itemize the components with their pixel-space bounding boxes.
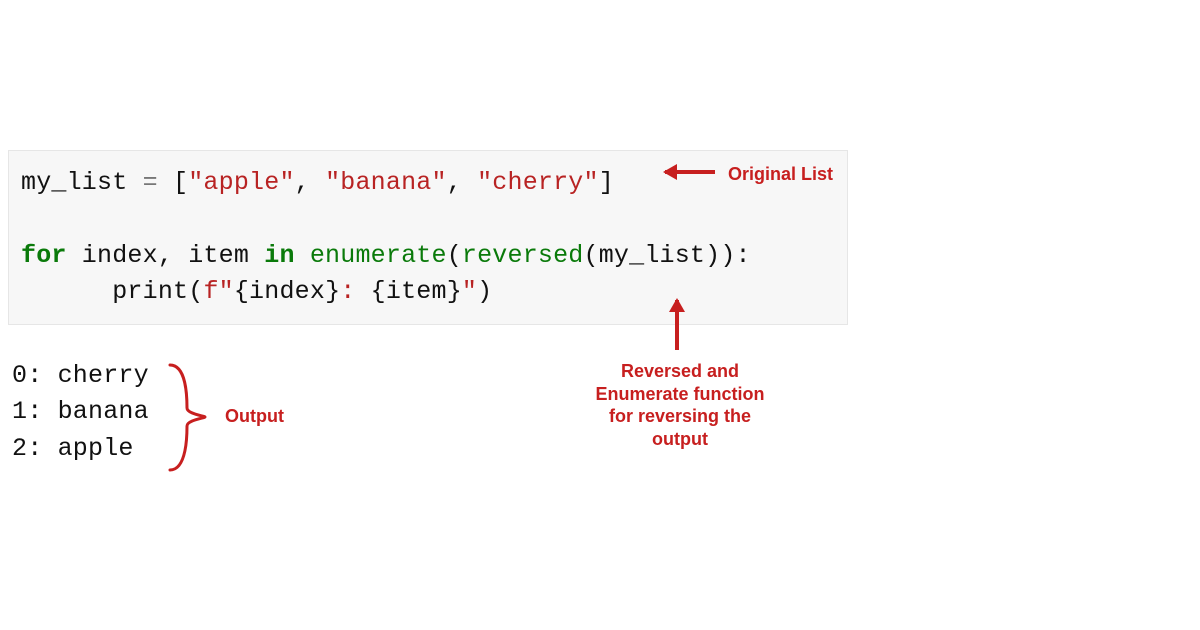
- fn-reversed: reversed: [462, 241, 584, 270]
- brace-open-1: {: [234, 277, 249, 306]
- var-index: index: [67, 241, 158, 270]
- space: [295, 241, 310, 270]
- brace-close-2: }: [447, 277, 462, 306]
- fn-print: print: [112, 277, 188, 306]
- paren-close-1: ): [720, 241, 735, 270]
- output-line-3: 2: apple: [12, 434, 134, 463]
- fstr-open: f": [203, 277, 233, 306]
- arrow-left-icon: [665, 170, 715, 174]
- fstr-mid: :: [340, 277, 370, 306]
- comma-2: ,: [447, 168, 477, 197]
- comma-1: ,: [295, 168, 325, 197]
- fstr-item: item: [386, 277, 447, 306]
- output-line-2: 1: banana: [12, 397, 149, 426]
- paren-close-2: ): [705, 241, 720, 270]
- var-my_list: my_list: [21, 168, 127, 197]
- annotation-reversed: Reversed and Enumerate function for reve…: [590, 360, 770, 450]
- assign-op: =: [127, 168, 173, 197]
- print-close: ): [477, 277, 492, 306]
- str-cherry: "cherry": [477, 168, 599, 197]
- brace-icon: [165, 360, 215, 475]
- code-line-4: print(f"{index}: {item}"): [21, 277, 492, 306]
- arg-my_list: my_list: [599, 241, 705, 270]
- var-item: item: [188, 241, 264, 270]
- output-block: 0: cherry 1: banana 2: apple: [12, 358, 149, 467]
- kw-in: in: [264, 241, 294, 270]
- str-apple: "apple": [188, 168, 294, 197]
- code-block: my_list = ["apple", "banana", "cherry"] …: [8, 150, 848, 325]
- annotation-output: Output: [225, 405, 284, 428]
- kw-for: for: [21, 241, 67, 270]
- indent: [21, 277, 112, 306]
- fstr-index: index: [249, 277, 325, 306]
- arrow-up-icon: [675, 300, 679, 350]
- code-line-1: my_list = ["apple", "banana", "cherry"]: [21, 168, 614, 197]
- comma-args: ,: [158, 241, 188, 270]
- paren-open-1: (: [447, 241, 462, 270]
- print-open: (: [188, 277, 203, 306]
- colon: :: [736, 241, 751, 270]
- fn-enumerate: enumerate: [310, 241, 447, 270]
- brace-close-1: }: [325, 277, 340, 306]
- bracket-open: [: [173, 168, 188, 197]
- annotation-original-list: Original List: [728, 163, 833, 186]
- str-banana: "banana": [325, 168, 447, 197]
- output-line-1: 0: cherry: [12, 361, 149, 390]
- code-line-3: for index, item in enumerate(reversed(my…: [21, 241, 751, 270]
- bracket-close: ]: [599, 168, 614, 197]
- brace-open-2: {: [371, 277, 386, 306]
- fstr-close: ": [462, 277, 477, 306]
- paren-open-2: (: [584, 241, 599, 270]
